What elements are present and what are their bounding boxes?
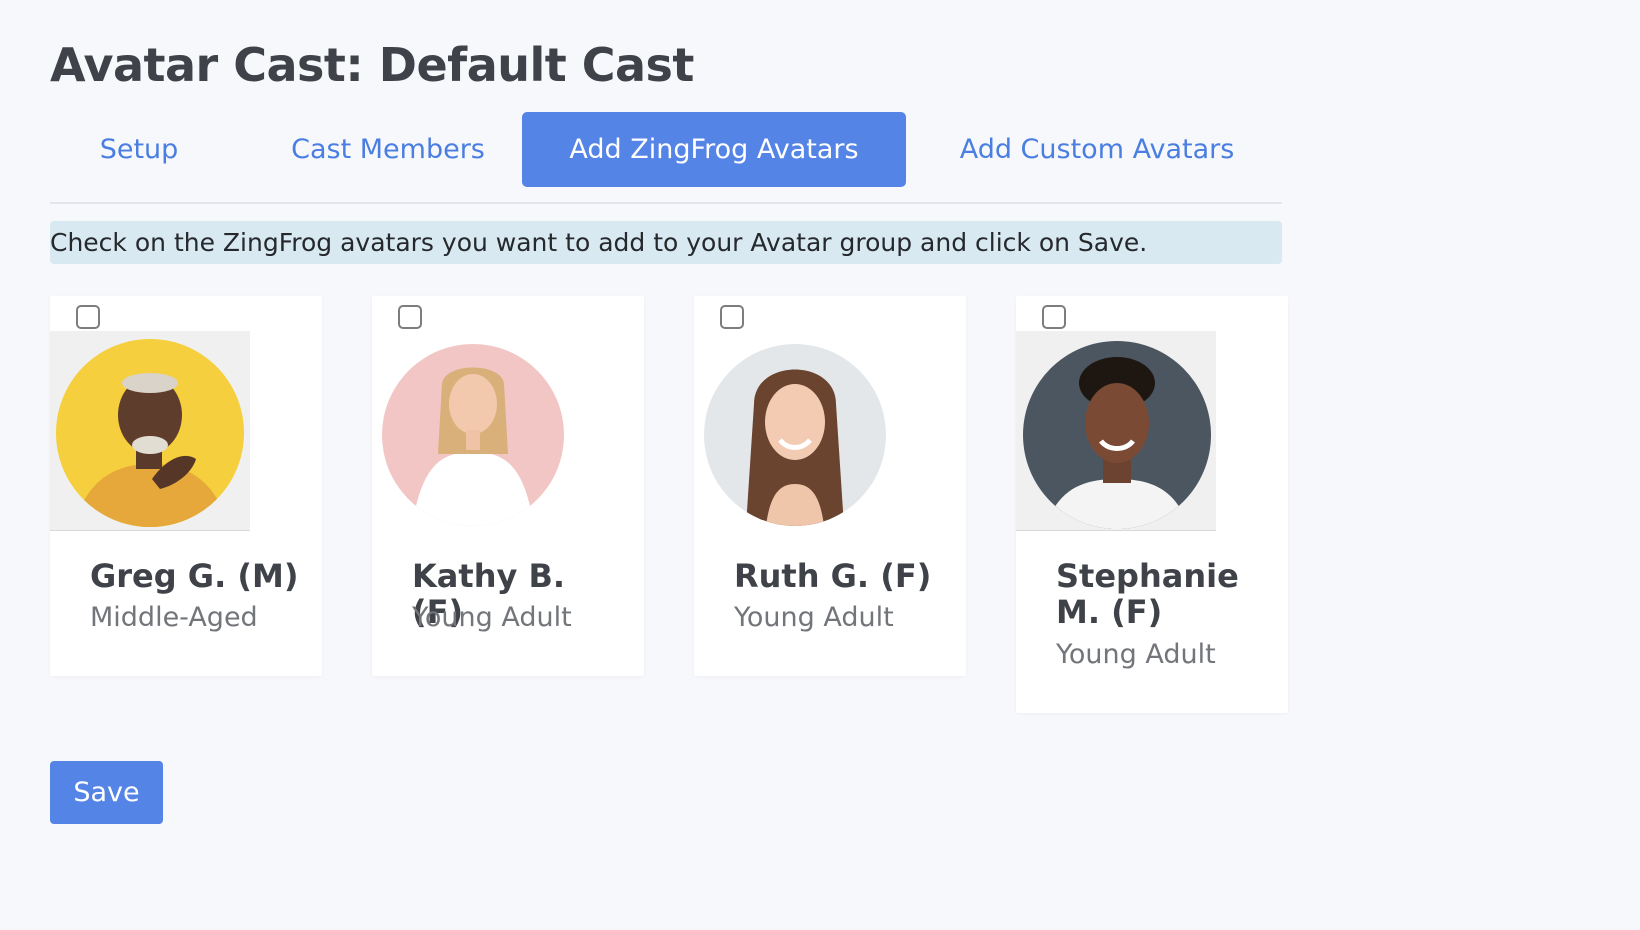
avatar-photo-frame	[372, 331, 572, 531]
avatar-select-checkbox[interactable]	[76, 305, 100, 329]
avatar-photo	[704, 344, 886, 526]
avatar-card[interactable]: Ruth G. (F) Young Adult	[694, 296, 966, 676]
instructions-banner: Check on the ZingFrog avatars you want t…	[50, 221, 1282, 264]
avatar-card[interactable]: Stephanie M. (F) Young Adult	[1016, 296, 1288, 713]
tab-cast-members[interactable]: Cast Members	[228, 112, 548, 187]
page-title: Avatar Cast: Default Cast	[50, 38, 694, 92]
tab-add-custom-avatars[interactable]: Add Custom Avatars	[906, 112, 1288, 187]
avatar-photo-frame	[694, 331, 894, 531]
avatar-name: Ruth G. (F)	[734, 557, 932, 595]
avatar-age-group: Middle-Aged	[90, 602, 258, 633]
tab-add-zingfrog-avatars[interactable]: Add ZingFrog Avatars	[522, 112, 906, 187]
page: Avatar Cast: Default Cast Setup Cast Mem…	[0, 0, 1640, 930]
save-button[interactable]: Save	[50, 761, 163, 824]
avatar-age-group: Young Adult	[412, 602, 572, 633]
avatar-card[interactable]: Greg G. (M) Middle-Aged	[50, 296, 322, 676]
avatar-select-checkbox[interactable]	[720, 305, 744, 329]
tab-bar: Setup Cast Members Add ZingFrog Avatars …	[50, 112, 1282, 204]
avatar-name: Greg G. (M)	[90, 557, 299, 595]
avatar-select-checkbox[interactable]	[398, 305, 422, 329]
avatar-card[interactable]: Kathy B. (F) Young Adult	[372, 296, 644, 676]
avatar-select-checkbox[interactable]	[1042, 305, 1066, 329]
avatar-photo-frame	[50, 331, 250, 531]
avatar-photo	[56, 339, 244, 527]
avatar-photo-frame	[1016, 331, 1216, 531]
avatar-photo	[382, 344, 564, 526]
tab-setup[interactable]: Setup	[50, 112, 228, 187]
avatar-age-group: Young Adult	[734, 602, 894, 633]
avatar-photo	[1023, 341, 1211, 529]
avatar-age-group: Young Adult	[1056, 639, 1216, 670]
avatar-name: Stephanie M. (F)	[1056, 557, 1239, 631]
